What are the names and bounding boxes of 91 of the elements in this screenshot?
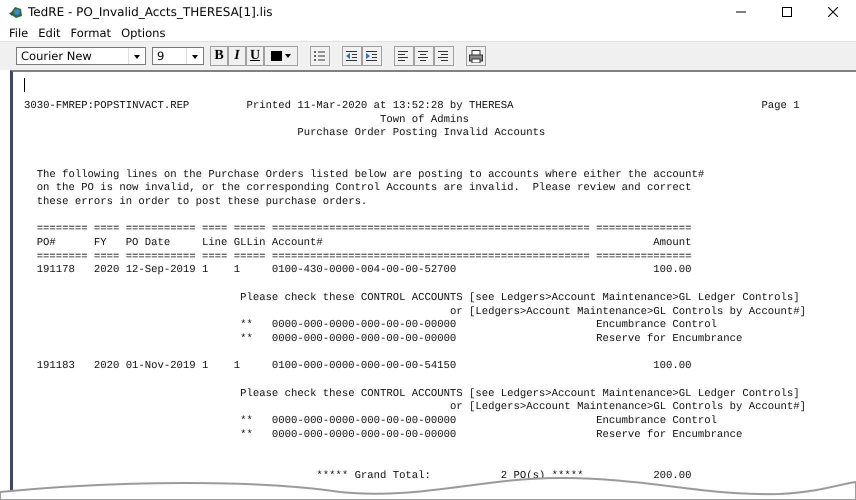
bullet-list-icon [313,50,327,62]
text-cursor [24,78,25,92]
column-header: Line [202,237,228,251]
table-cell-text: 191178 [36,264,76,278]
print-button[interactable] [466,46,486,66]
indent-icon [365,50,379,62]
control-accounts-note: or [Ledgers>Account Maintenance>GL Controls by Account#] [450,306,806,319]
table-cell-text: 0100-430-0000-004-00-00-52700 [272,264,458,278]
control-account: 0000-000-0000-000-00-00-00000 [272,428,458,442]
align-center-icon [417,50,431,62]
rule-marks: ===== [234,223,267,237]
marker-text: ** [240,332,254,347]
rule-marks: ================================================== [272,223,591,237]
table-cell-text: 100.00 [652,360,692,374]
rule-marks: =========== [126,250,197,264]
menu-item[interactable]: Edit [33,26,66,40]
column-header: PO Date [126,237,172,251]
printed-info: Printed 11-Mar-2020 at 13:52:28 by THERESA [246,100,515,114]
column-header: FY [94,237,108,251]
intro-paragraph: The following lines on the Purchase Orders listed below are posting to accounts where either the account# on the PO is now invalid, or the corresponding Control Accounts are invalid. Please review and correct these errors in order to post these purchase orders. [36,168,704,210]
control-accounts-note: or [Ledgers>Account Maintenance>GL Controls by Account#] [450,401,806,415]
marker-text: ** [240,319,254,333]
window-title: TedRE - PO_Invalid_Accts_THERESA[1].lis [28,5,274,19]
control-account-name: Encumbrance Control [596,415,717,429]
organization-name: Town of Admins [380,114,470,127]
control-account: 0000-000-0000-000-00-00-00000 [272,332,458,347]
page-number: Page 1 [761,100,800,114]
rule-marks: ======== [36,223,89,237]
marker-text: ** [240,415,254,429]
rule-marks: ================================================== [272,250,591,264]
control-account-name: Reserve for Encumbrance [596,332,742,347]
dropdown-arrow-icon [191,52,199,60]
rule-marks: ==== [202,250,228,264]
rule-marks: ==== [94,250,120,264]
italic-button[interactable]: I [228,46,246,66]
rule-marks: ======== [36,250,89,264]
control-account-name: Reserve for Encumbrance [596,428,742,442]
column-header: GLLin [234,237,267,251]
control-account: 0000-000-0000-000-00-00-00000 [272,319,458,333]
report-title: Purchase Order Posting Invalid Accounts [297,127,546,142]
rule-marks: =============== [596,250,692,264]
align-right-icon [437,50,451,62]
table-cell-text: 01-Nov-2019 [126,360,197,374]
menu-item[interactable]: Options [116,26,170,40]
underline-button[interactable]: U [246,46,264,66]
rule-marks: =========== [126,223,197,237]
align-left-icon [397,50,411,62]
control-accounts-note: Please check these CONTROL ACCOUNTS [see Ledgers>Account Maintenance>GL Ledger Controls] [240,388,800,401]
menu-item[interactable]: Format [66,26,116,40]
menu-item[interactable]: File [4,26,34,40]
outdent-button[interactable] [342,46,362,66]
rule-marks: =============== [596,223,692,237]
table-cell-text: 0100-000-0000-000-00-00-54150 [272,360,458,374]
rule-marks: ===== [234,250,267,264]
column-header: Amount [652,237,692,251]
grand-total-label: ***** Grand Total: [316,470,432,484]
align-center-button[interactable] [414,46,434,66]
rule-marks: ==== [202,223,228,237]
table-cell-text: 100.00 [652,264,692,278]
close-icon [828,7,838,17]
table-cell-text: 191183 [36,360,76,374]
color-swatch-icon [270,50,292,62]
table-cell-text: 2020 [94,264,120,278]
control-account: 0000-000-0000-000-00-00-00000 [272,415,458,429]
table-cell-text: 12-Sep-2019 [126,264,197,278]
align-left-button[interactable] [394,46,414,66]
table-cell-text: 1 [202,360,210,374]
table-cell-text: 2020 [94,360,120,374]
table-cell-text: 1 [234,360,242,374]
marker-text: ** [240,428,254,442]
column-header: PO# [36,237,57,251]
app-icon [8,4,24,20]
indent-button[interactable] [362,46,382,66]
bullets-button[interactable] [310,46,330,66]
report-id: 3030-FMREP:POPSTINVACT.REP [24,100,190,114]
font-dropdown[interactable]: Courier New [16,47,146,65]
control-account-name: Encumbrance Control [596,319,717,333]
text-color-button[interactable] [264,46,298,66]
control-accounts-note: Please check these CONTROL ACCOUNTS [see Ledgers>Account Maintenance>GL Ledger Controls] [240,292,800,306]
grand-total-amount: 200.00 [652,470,692,484]
printer-icon [469,50,483,62]
size-dropdown[interactable]: 9 [152,47,204,65]
column-header: Account# [272,237,324,251]
dropdown-arrow-icon [133,52,141,60]
table-cell-text: 1 [234,264,242,278]
align-right-button[interactable] [434,46,454,66]
rule-marks: ==== [94,223,120,237]
maximize-icon [782,7,792,17]
outdent-icon [345,50,359,62]
bold-button[interactable]: B [210,46,228,66]
table-cell-text: 1 [202,264,210,278]
